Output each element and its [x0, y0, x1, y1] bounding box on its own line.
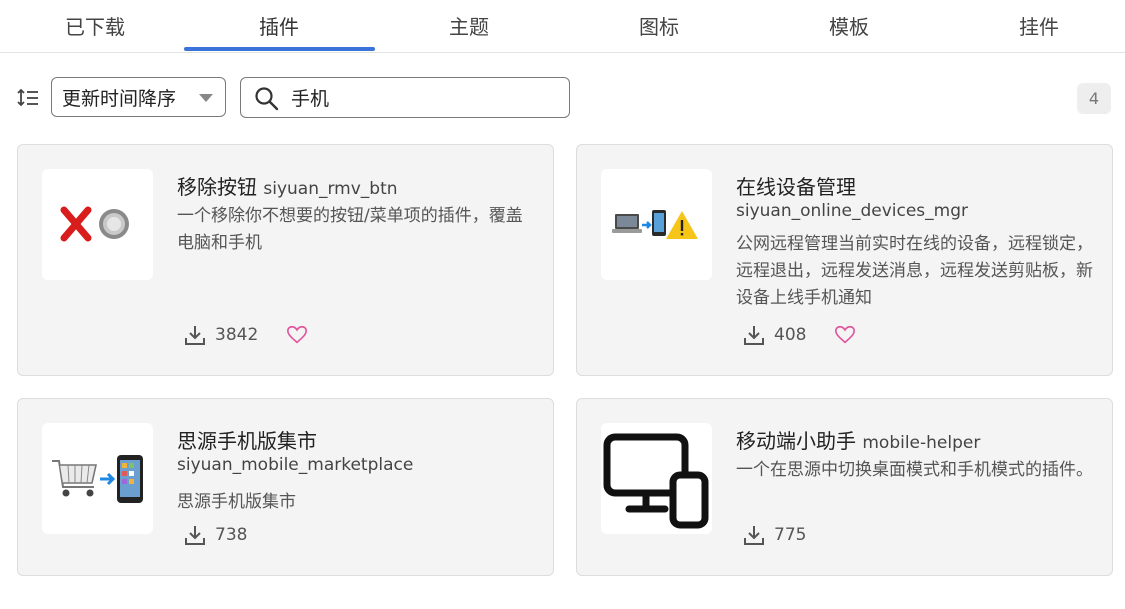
card-description: 思源手机版集市 [177, 492, 296, 512]
cart-to-phone-icon [42, 423, 153, 534]
download-icon [744, 326, 764, 345]
download-count: 3842 [215, 325, 259, 345]
sort-select-label: 更新时间降序 [62, 87, 177, 110]
download-count: 738 [215, 525, 248, 545]
sort-select[interactable]: 更新时间降序 [51, 77, 226, 117]
tab-templates[interactable]: 模板 [754, 0, 944, 50]
plugin-card-mobile-marketplace[interactable]: 思源手机版集市 siyuan_mobile_marketplace 思源手机版集… [17, 398, 554, 576]
plugin-card-online-devices[interactable]: 在线设备管理 siyuan_online_devices_mgr 公网远程管理当… [576, 144, 1113, 376]
card-stats: 3842 [183, 323, 308, 347]
download-icon [185, 326, 205, 345]
card-package-name: siyuan_online_devices_mgr [736, 201, 968, 221]
card-package-name: siyuan_mobile_marketplace [177, 455, 414, 475]
card-stats: 738 [183, 523, 247, 547]
card-package-name: mobile-helper [862, 433, 981, 453]
tab-widgets[interactable]: 挂件 [944, 0, 1125, 50]
card-description: 公网远程管理当前实时在线的设备，远程锁定，远程退出，远程发送消息，远程发送剪贴板… [736, 234, 1093, 308]
search-box[interactable] [240, 77, 570, 118]
download-count: 408 [774, 325, 807, 345]
heart-icon[interactable] [834, 324, 856, 346]
card-stats: 408 [742, 323, 856, 347]
card-title: 在线设备管理 [736, 175, 856, 199]
card-stats: 775 [742, 523, 806, 547]
remove-button-icon [42, 169, 153, 280]
devices-warning-icon [601, 169, 712, 280]
card-package-name: siyuan_rmv_btn [263, 179, 398, 199]
card-title: 移动端小助手 mobile-helper [736, 429, 981, 453]
card-title: 移除按钮 siyuan_rmv_btn [177, 175, 398, 199]
chevron-down-icon [199, 94, 213, 102]
plugin-card-mobile-helper[interactable]: 移动端小助手 mobile-helper 一个在思源中切换桌面模式和手机模式的插… [576, 398, 1113, 576]
card-title: 思源手机版集市 [177, 429, 317, 453]
download-icon [744, 526, 764, 545]
result-count-badge: 4 [1077, 83, 1111, 114]
tab-plugins[interactable]: 插件 [184, 0, 374, 50]
desktop-mobile-icon [601, 423, 712, 534]
download-icon [185, 526, 205, 545]
heart-icon[interactable] [286, 324, 308, 346]
tab-icons[interactable]: 图标 [564, 0, 754, 50]
tab-downloaded[interactable]: 已下载 [0, 0, 190, 50]
card-description: 一个移除你不想要的按钮/菜单项的插件，覆盖电脑和手机 [177, 206, 523, 253]
tab-themes[interactable]: 主题 [374, 0, 564, 50]
download-count: 775 [774, 525, 807, 545]
search-input[interactable] [291, 83, 551, 111]
active-tab-indicator [184, 47, 375, 51]
plugin-card-remove-button[interactable]: 移除按钮 siyuan_rmv_btn 一个移除你不想要的按钮/菜单项的插件，覆… [17, 144, 554, 376]
search-icon [255, 87, 279, 111]
card-description: 一个在思源中切换桌面模式和手机模式的插件。 [736, 460, 1093, 480]
sort-order-icon[interactable] [16, 86, 40, 110]
tab-bar: 已下载 插件 主题 图标 模板 挂件 [0, 0, 1125, 53]
